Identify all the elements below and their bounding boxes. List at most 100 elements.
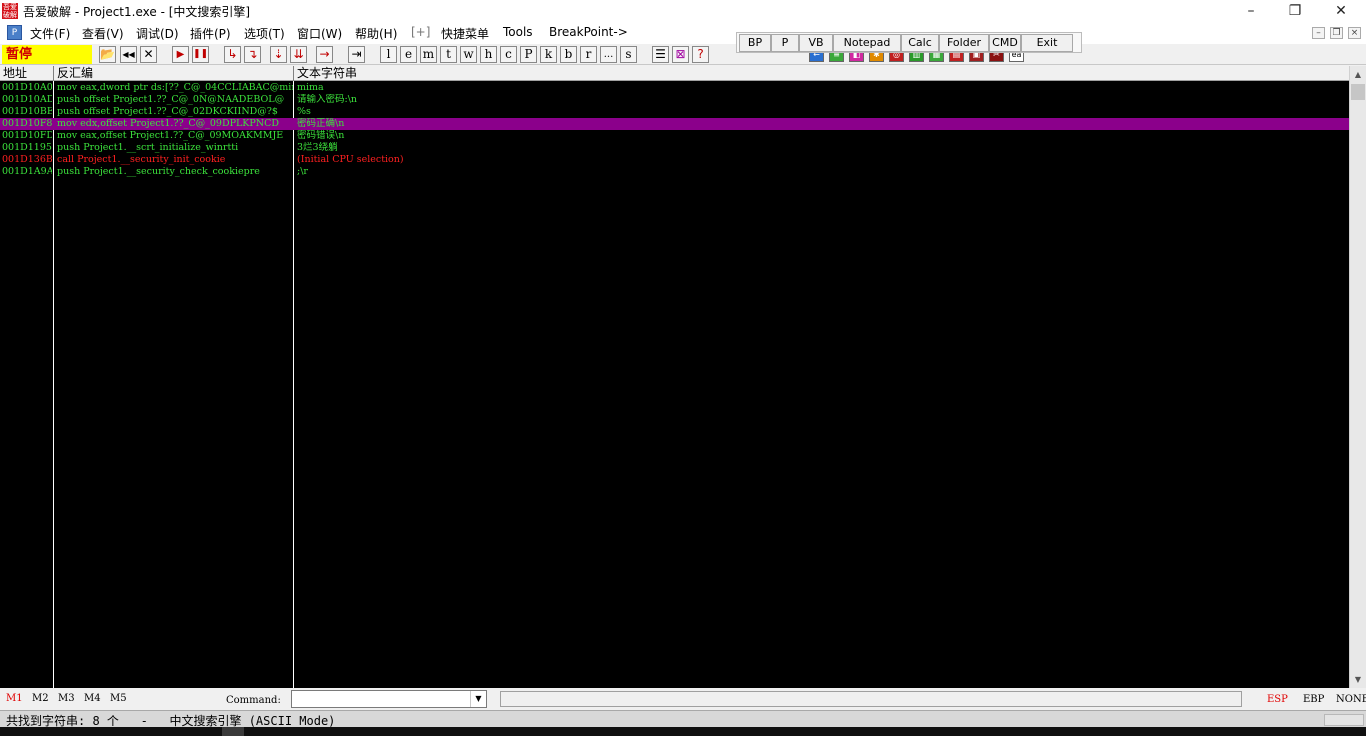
list-icon[interactable]: ☰ — [652, 46, 669, 63]
menu-window[interactable]: 窗口(W) — [297, 25, 342, 42]
register-esp[interactable]: ESP — [1267, 694, 1288, 705]
disassembly-cell: push Project1.__security_check_cookiepre — [57, 166, 260, 177]
execute-till-return-icon[interactable]: → — [316, 46, 333, 63]
vertical-scrollbar[interactable]: ▲ ▼ — [1349, 66, 1366, 688]
table-row[interactable]: 001D1195 push Project1.__scrt_initialize_… — [0, 142, 1349, 154]
pause-icon[interactable]: ❚❚ — [192, 46, 209, 63]
log-window-button[interactable]: l — [380, 46, 397, 63]
menu-file[interactable]: 文件(F) — [30, 25, 70, 42]
text-string-cell: ;\r — [297, 166, 308, 177]
exit-button[interactable]: Exit — [1021, 34, 1073, 52]
rewind-icon[interactable]: ◀◀ — [120, 46, 137, 63]
table-row[interactable]: 001D10FD mov eax,offset Project1.??_C@_09… — [0, 130, 1349, 142]
disassembly-cell: push Project1.__scrt_initialize_winrtti — [57, 142, 239, 153]
call-stack-button[interactable]: k — [540, 46, 557, 63]
command-combobox[interactable]: ▼ — [291, 690, 487, 708]
address-cell: 001D10BE — [2, 106, 52, 117]
command-input[interactable] — [292, 691, 470, 707]
modules-window-button[interactable]: e — [400, 46, 417, 63]
taskbar-item[interactable] — [222, 727, 244, 736]
mdi-close-icon[interactable]: × — [1348, 27, 1361, 39]
text-string-cell: %s — [297, 106, 311, 117]
disassembly-cell: push offset Project1.??_C@_02DKCKIIND@?$ — [57, 106, 278, 117]
register-none[interactable]: NONE — [1336, 694, 1366, 705]
scroll-thumb[interactable] — [1351, 84, 1365, 100]
disassembly-cell: mov eax,dword ptr ds:[??_C@_04CCLIABAC@m… — [57, 82, 293, 93]
calc-button[interactable]: Calc — [901, 34, 939, 52]
disassembly-cell: push offset Project1.??_C@_0N@NAADEBOL@ — [57, 94, 285, 105]
help-icon[interactable]: ? — [692, 46, 709, 63]
menu-plugins[interactable]: 插件(P) — [190, 25, 231, 42]
step-into-icon[interactable]: ↳ — [224, 46, 241, 63]
breakpoints-window-button[interactable]: b — [560, 46, 577, 63]
open-icon[interactable]: 📂 — [99, 46, 116, 63]
menu-breakpoint[interactable]: BreakPoint-> — [549, 25, 628, 39]
mdi-minimize-icon[interactable]: – — [1312, 27, 1325, 39]
menu-options[interactable]: 选项(T) — [244, 25, 285, 42]
mdi-restore-icon[interactable]: ❐ — [1330, 27, 1343, 39]
vb-button[interactable]: VB — [799, 34, 833, 52]
p-button[interactable]: P — [771, 34, 799, 52]
window-title: 吾爱破解 - Project1.exe - [中文搜索引擎] — [23, 5, 251, 19]
options-icon[interactable]: ⊠ — [672, 46, 689, 63]
run-trace-button[interactable]: ... — [600, 46, 617, 63]
menu-shortcuts[interactable]: 快捷菜单 — [441, 25, 489, 42]
table-row[interactable]: 001D10F8 mov edx,offset Project1.??_C@_09… — [0, 118, 1349, 130]
bp-button[interactable]: BP — [739, 34, 771, 52]
patches-window-button[interactable]: P — [520, 46, 537, 63]
menu-help[interactable]: 帮助(H) — [355, 25, 397, 42]
text-string-cell: 请输入密码:\n — [297, 94, 358, 105]
address-cell: 001D136B — [2, 154, 52, 165]
mark-m1[interactable]: M1 — [6, 693, 23, 704]
threads-window-button[interactable]: t — [440, 46, 457, 63]
column-disassembly[interactable]: 反汇编 — [54, 66, 294, 81]
column-address[interactable]: 地址 — [0, 66, 54, 81]
menu-plus[interactable]: [+] — [411, 25, 430, 39]
text-string-cell: mima — [297, 82, 324, 93]
disassembly-cell: mov edx,offset Project1.??_C@_09DPLKPNCD — [57, 118, 279, 129]
references-window-button[interactable]: r — [580, 46, 597, 63]
register-ebp[interactable]: EBP — [1303, 694, 1324, 705]
table-row[interactable]: 001D10BE push offset Project1.??_C@_02DKC… — [0, 106, 1349, 118]
table-row[interactable]: 001D136B call Project1.__security_init_co… — [0, 154, 1349, 166]
source-window-button[interactable]: s — [620, 46, 637, 63]
step-over-icon[interactable]: ↴ — [244, 46, 261, 63]
mark-m5[interactable]: M5 — [110, 693, 127, 704]
trace-into-icon[interactable]: ⇣ — [270, 46, 287, 63]
folder-button[interactable]: Folder — [939, 34, 989, 52]
command-label: Command: — [226, 695, 281, 706]
quick-launch-bar: BP P VB Notepad Calc Folder CMD Exit — [736, 32, 1082, 53]
resize-grip[interactable] — [1324, 714, 1364, 726]
column-text-string[interactable]: 文本字符串 — [294, 66, 1349, 81]
menu-view[interactable]: 查看(V) — [82, 25, 124, 42]
close-process-icon[interactable]: ✕ — [140, 46, 157, 63]
mark-m3[interactable]: M3 — [58, 693, 75, 704]
chevron-down-icon[interactable]: ▼ — [470, 691, 486, 707]
table-row[interactable]: 001D10AD push offset Project1.??_C@_0N@NA… — [0, 94, 1349, 106]
address-cell: 001D10AD — [2, 94, 52, 105]
windows-window-button[interactable]: w — [460, 46, 477, 63]
run-icon[interactable]: ▶ — [172, 46, 189, 63]
cpu-window-button[interactable]: c — [500, 46, 517, 63]
restore-icon[interactable]: ❐ — [1272, 0, 1318, 22]
menu-debug[interactable]: 调试(D) — [136, 25, 179, 42]
trace-over-icon[interactable]: ⇊ — [290, 46, 307, 63]
text-string-cell: (Initial CPU selection) — [297, 154, 404, 165]
handles-window-button[interactable]: h — [480, 46, 497, 63]
app-logo: 吾爱破解 — [2, 3, 18, 19]
table-row[interactable]: 001D10A0 mov eax,dword ptr ds:[??_C@_04CC… — [0, 82, 1349, 94]
disassembly-cell: call Project1.__security_init_cookie — [57, 154, 226, 165]
close-icon[interactable]: ✕ — [1318, 0, 1364, 22]
scroll-up-icon[interactable]: ▲ — [1350, 66, 1366, 83]
memory-window-button[interactable]: m — [420, 46, 437, 63]
app-menu-icon[interactable]: P — [7, 25, 22, 40]
menu-tools[interactable]: Tools — [503, 25, 533, 39]
table-row[interactable]: 001D1A9A push Project1.__security_check_c… — [0, 166, 1349, 178]
notepad-button[interactable]: Notepad — [833, 34, 901, 52]
mark-m2[interactable]: M2 — [32, 693, 49, 704]
scroll-down-icon[interactable]: ▼ — [1350, 671, 1366, 688]
mark-m4[interactable]: M4 — [84, 693, 101, 704]
minimize-icon[interactable]: – — [1228, 0, 1274, 22]
cmd-button[interactable]: CMD — [989, 34, 1021, 52]
goto-icon[interactable]: ⇥ — [348, 46, 365, 63]
